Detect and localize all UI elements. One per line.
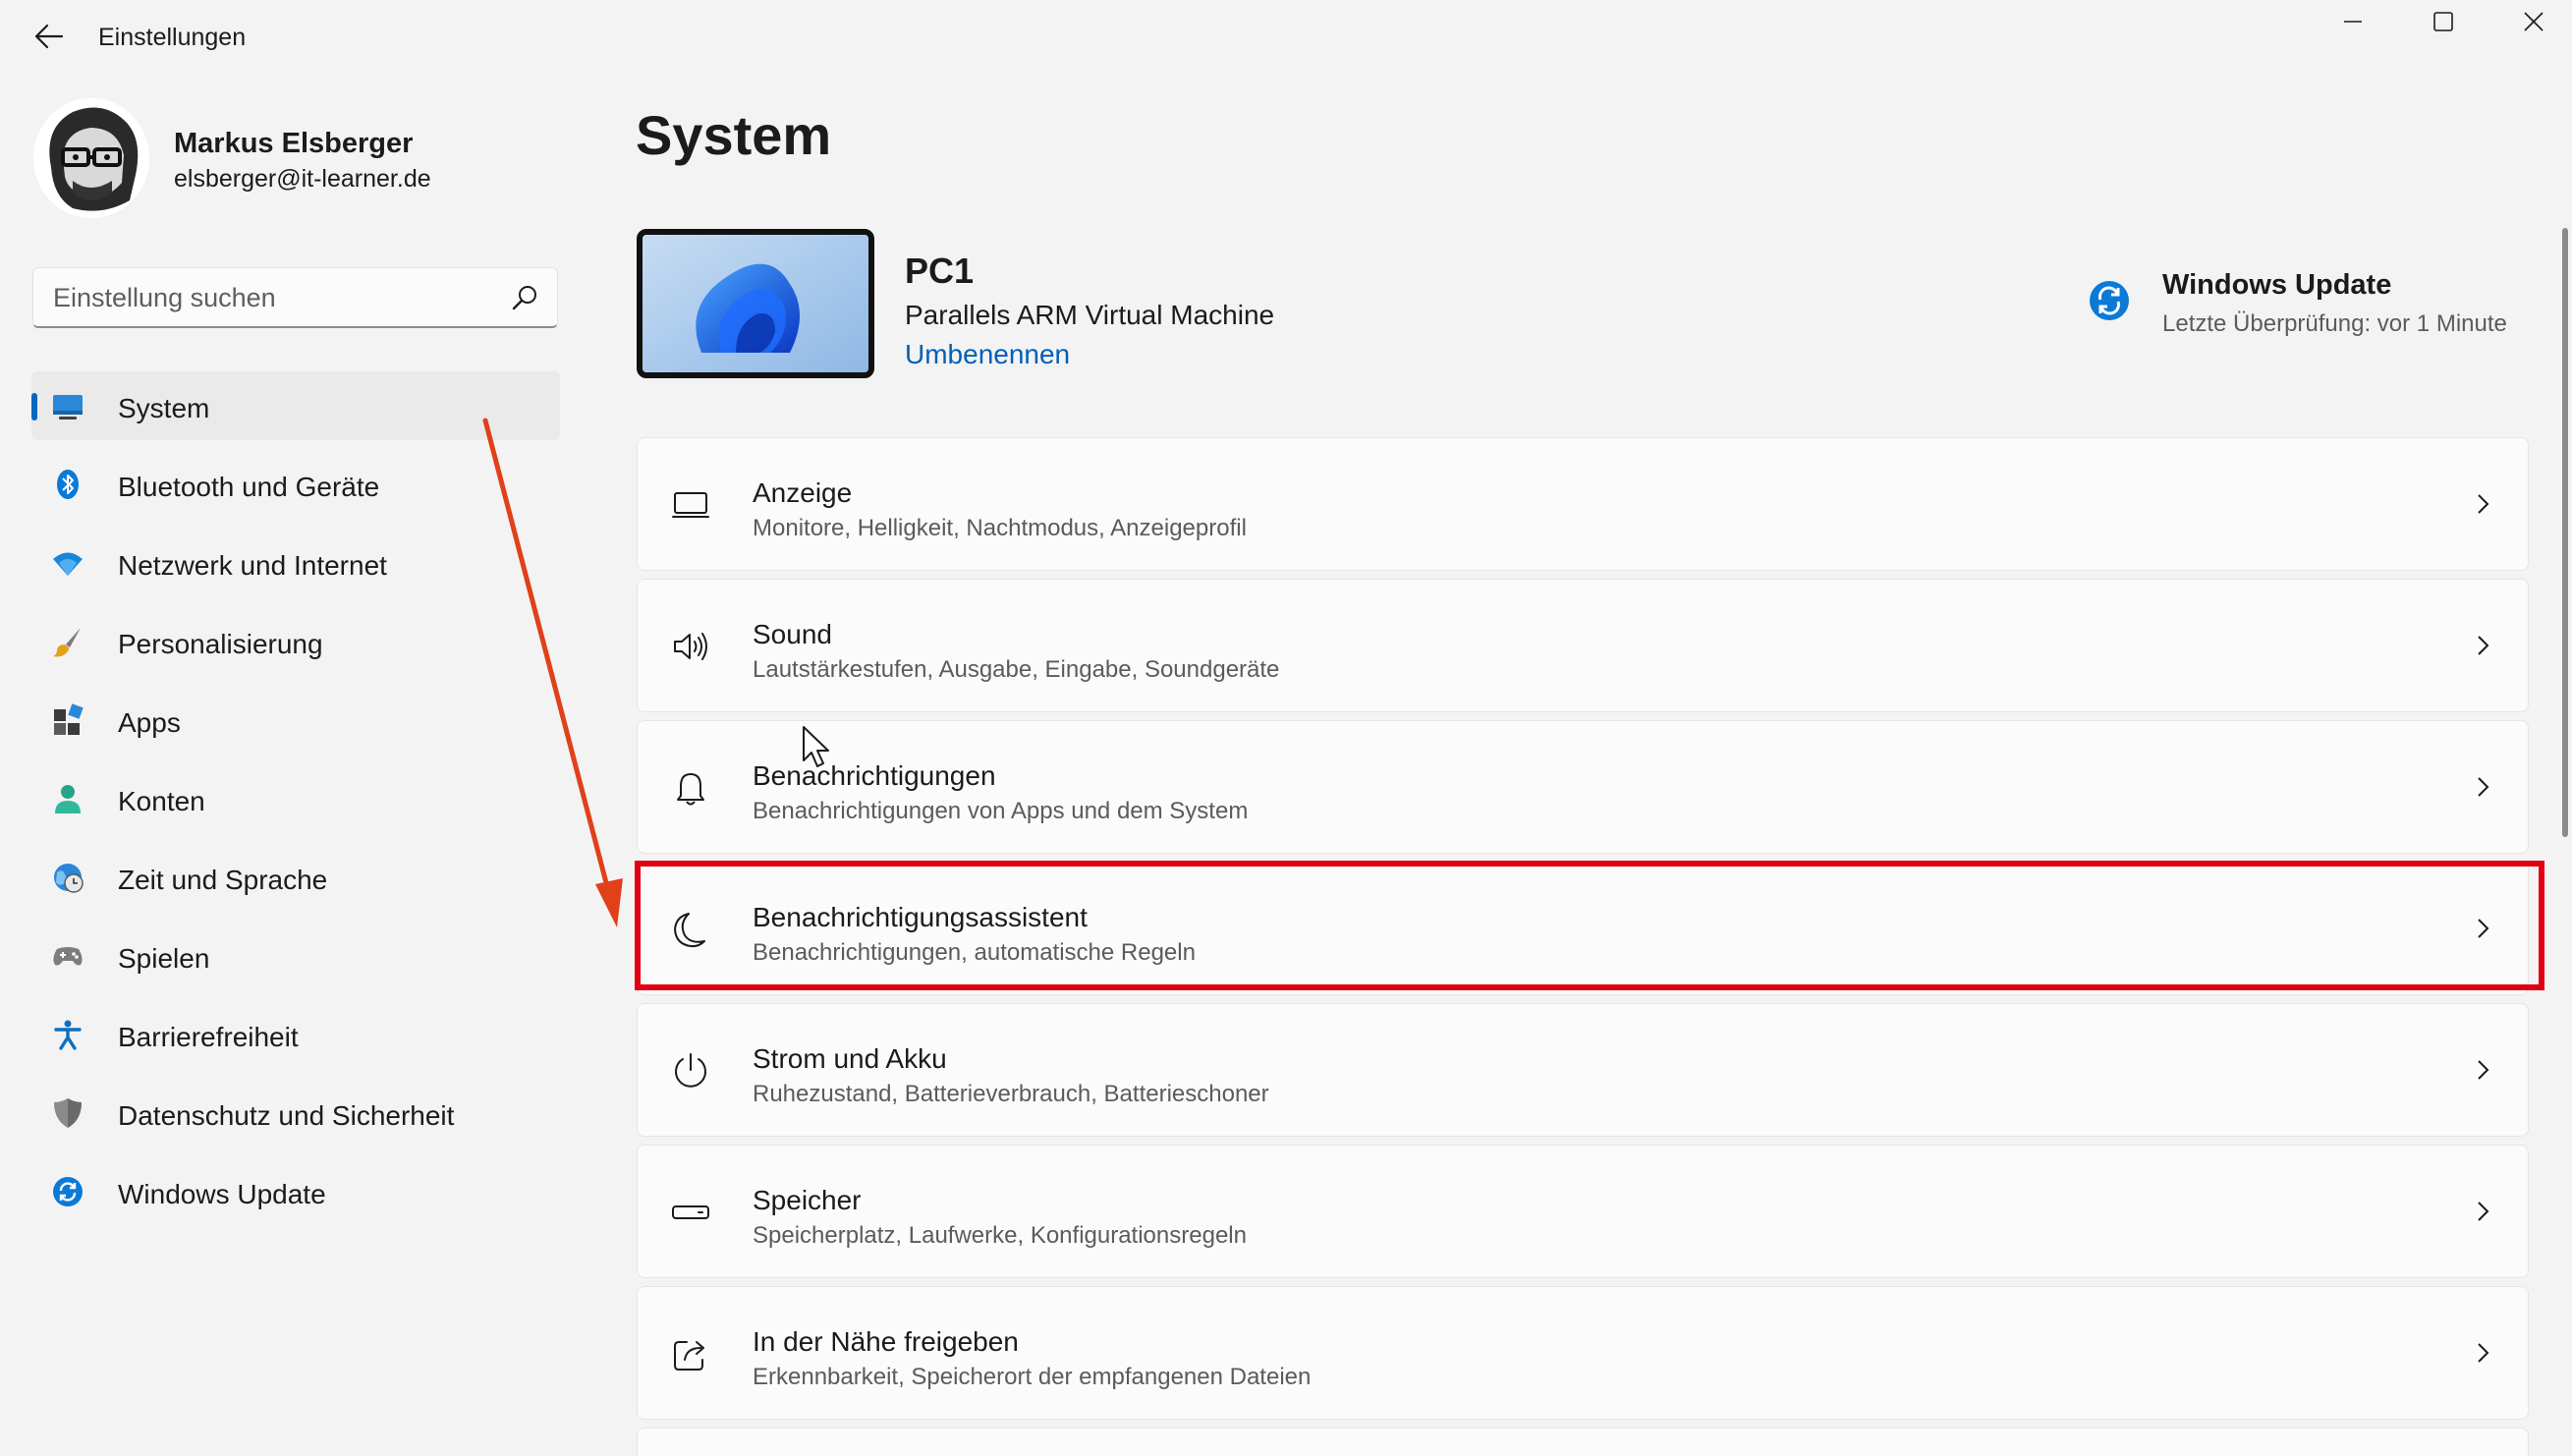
sidebar-item-bluetooth[interactable]: Bluetooth und Geräte [31, 450, 560, 519]
brush-icon [53, 628, 81, 657]
user-profile: Markus Elsberger elsberger@it-learner.de [33, 98, 544, 221]
sidebar-item-gaming[interactable]: Spielen [31, 922, 560, 990]
bluetooth-icon [57, 470, 79, 499]
windows-update-title: Windows Update [2162, 269, 2392, 301]
card-title: Anzeige [753, 477, 853, 508]
card-subtitle: Erkennbarkeit, Speicherort der empfangen… [753, 1364, 1312, 1390]
display-icon [672, 492, 709, 518]
sidebar-nav: System Bluetooth und Geräte Netzwerk und… [31, 371, 560, 1236]
close-icon [2524, 12, 2544, 31]
sidebar-item-label: Datenschutz und Sicherheit [118, 1100, 455, 1131]
settings-card-nearby-sharing[interactable]: In der Nähe freigeben Erkennbarkeit, Spe… [637, 1286, 2529, 1420]
device-thumbnail [637, 229, 874, 378]
chevron-right-icon [2478, 636, 2489, 655]
search-icon[interactable] [508, 282, 541, 315]
avatar-portrait-icon [33, 98, 149, 218]
sidebar-item-accounts[interactable]: Konten [31, 764, 560, 833]
card-subtitle: Speicherplatz, Laufwerke, Konfigurations… [753, 1222, 1247, 1249]
share-icon [674, 1341, 704, 1371]
card-title: Sound [753, 619, 832, 649]
app-title: Einstellungen [98, 24, 247, 51]
arrow-left-icon [34, 24, 64, 49]
sync-icon [53, 1177, 83, 1206]
settings-card-storage[interactable]: Speicher Speicherplatz, Laufwerke, Konfi… [637, 1145, 2529, 1278]
shield-icon [54, 1098, 82, 1128]
sidebar-item-label: Spielen [118, 943, 210, 974]
card-title: Speicher [753, 1185, 862, 1215]
rename-link[interactable]: Umbenennen [905, 339, 1070, 370]
sidebar-item-accessibility[interactable]: Barrierefreiheit [31, 1000, 560, 1069]
sidebar-item-privacy-security[interactable]: Datenschutz und Sicherheit [31, 1079, 560, 1148]
scrollbar[interactable] [2562, 228, 2568, 837]
storage-icon [672, 1205, 709, 1219]
card-title: Strom und Akku [753, 1043, 947, 1074]
card-subtitle: Ruhezustand, Batterieverbrauch, Batterie… [753, 1081, 1269, 1107]
mouse-cursor-icon [803, 726, 829, 767]
chevron-right-icon [2478, 1060, 2489, 1080]
card-title: In der Nähe freigeben [753, 1326, 1019, 1357]
user-email: elsberger@it-learner.de [174, 165, 431, 193]
active-indicator [31, 393, 37, 420]
device-name: PC1 [905, 251, 975, 291]
windows-bloom-wallpaper-icon [643, 235, 868, 372]
sidebar-item-personalization[interactable]: Personalisierung [31, 607, 560, 676]
minimize-icon [2344, 21, 2362, 23]
bell-icon [677, 773, 704, 806]
wifi-icon [53, 552, 83, 576]
settings-card-next-partial[interactable] [637, 1428, 2529, 1456]
maximize-button[interactable] [2398, 0, 2488, 43]
back-button[interactable] [22, 12, 77, 61]
gamepad-icon [53, 947, 83, 966]
highlight-box [635, 861, 2544, 990]
avatar[interactable] [33, 98, 149, 218]
card-title: Benachrichtigungen [753, 760, 996, 791]
sidebar-item-label: Personalisierung [118, 629, 323, 659]
user-name: Markus Elsberger [174, 128, 414, 159]
windows-update-last-check: Letzte Überprüfung: vor 1 Minute [2162, 310, 2507, 337]
sidebar-item-label: System [118, 393, 210, 423]
minimize-button[interactable] [2308, 0, 2398, 43]
system-icon [53, 395, 83, 420]
card-subtitle: Monitore, Helligkeit, Nachtmodus, Anzeig… [753, 515, 1247, 541]
close-button[interactable] [2488, 0, 2572, 43]
chevron-right-icon [2478, 777, 2489, 797]
settings-card-display[interactable]: Anzeige Monitore, Helligkeit, Nachtmodus… [637, 437, 2529, 571]
sidebar-item-label: Bluetooth und Geräte [118, 472, 380, 502]
maximize-icon [2433, 12, 2453, 31]
account-icon [55, 785, 81, 813]
sidebar-item-windows-update[interactable]: Windows Update [31, 1157, 560, 1226]
settings-card-power-battery[interactable]: Strom und Akku Ruhezustand, Batterieverb… [637, 1003, 2529, 1137]
chevron-right-icon [2478, 1343, 2489, 1363]
sidebar-item-label: Zeit und Sprache [118, 865, 328, 895]
sidebar-item-apps[interactable]: Apps [31, 686, 560, 755]
windows-update-status[interactable]: Windows Update Letzte Überprüfung: vor 1… [2088, 265, 2540, 344]
power-icon [675, 1053, 706, 1088]
chevron-right-icon [2478, 1202, 2489, 1221]
settings-card-notifications[interactable]: Benachrichtigungen Benachrichtigungen vo… [637, 720, 2529, 854]
apps-icon [54, 703, 84, 735]
speaker-icon [674, 633, 707, 660]
chevron-right-icon [2478, 494, 2489, 514]
sidebar-item-label: Konten [118, 786, 205, 816]
card-subtitle: Benachrichtigungen von Apps und dem Syst… [753, 798, 1249, 824]
page-title: System [636, 104, 832, 166]
sidebar-item-time-language[interactable]: Zeit und Sprache [31, 843, 560, 912]
sidebar-item-label: Windows Update [118, 1179, 326, 1209]
sidebar-item-network[interactable]: Netzwerk und Internet [31, 529, 560, 597]
card-subtitle: Lautstärkestufen, Ausgabe, Eingabe, Soun… [753, 656, 1280, 683]
sidebar-item-label: Apps [118, 707, 181, 738]
search-input[interactable] [53, 281, 505, 314]
sidebar-item-system[interactable]: System [31, 371, 560, 440]
sync-icon [2090, 281, 2129, 320]
settings-card-sound[interactable]: Sound Lautstärkestufen, Ausgabe, Eingabe… [637, 579, 2529, 712]
settings-search [32, 267, 558, 328]
clock-globe-icon [54, 864, 84, 893]
title-bar: Einstellungen [0, 0, 2572, 74]
accessibility-icon [54, 1020, 82, 1050]
device-model: Parallels ARM Virtual Machine [905, 300, 1275, 330]
sidebar-item-label: Barrierefreiheit [118, 1022, 299, 1052]
sidebar-item-label: Netzwerk und Internet [118, 550, 387, 581]
